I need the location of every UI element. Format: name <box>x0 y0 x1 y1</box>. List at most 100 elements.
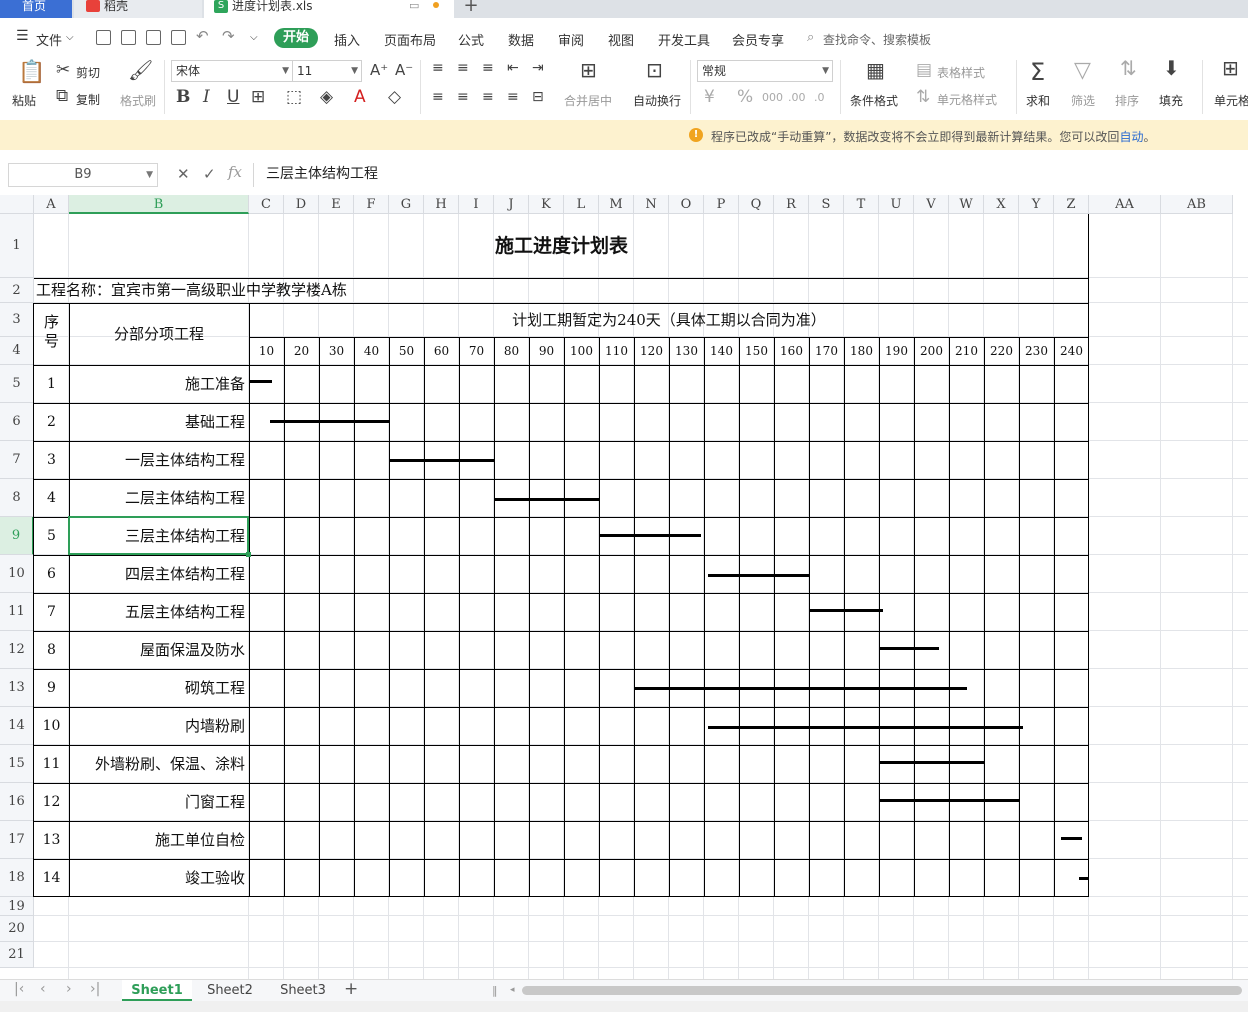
merge-center-button[interactable]: 合并居中 <box>564 92 612 109</box>
sum-button[interactable]: 求和 <box>1026 92 1050 109</box>
menu-data[interactable]: 数据 <box>508 30 534 49</box>
row-header-7[interactable]: 7 <box>0 441 34 479</box>
column-header-c[interactable]: C <box>249 195 284 214</box>
align-top-icon[interactable]: ≡ <box>432 60 444 77</box>
sort-icon[interactable]: ⇅ <box>1120 58 1137 78</box>
print-preview-icon[interactable] <box>171 30 186 45</box>
row-header-2[interactable]: 2 <box>0 278 34 303</box>
column-header-w[interactable]: W <box>949 195 984 214</box>
row-header-13[interactable]: 13 <box>0 669 34 707</box>
scroll-left-icon[interactable]: ◂ <box>510 985 515 995</box>
copy-icon[interactable]: ⧉ <box>56 88 68 105</box>
distributed-icon[interactable]: ⊟ <box>532 89 544 106</box>
align-left-icon[interactable]: ≡ <box>432 89 444 106</box>
conditional-format-icon[interactable]: ▦ <box>866 60 885 80</box>
format-painter-button[interactable]: 格式刷 <box>120 92 156 109</box>
paste-button[interactable]: 粘贴 <box>12 92 36 109</box>
scissors-icon[interactable]: ✂ <box>56 62 70 79</box>
row-header-21[interactable]: 21 <box>0 942 34 968</box>
undo-icon[interactable]: ↶ <box>196 27 209 45</box>
search-icon[interactable]: ⌕ <box>807 30 814 45</box>
command-search[interactable]: 查找命令、搜索模板 <box>823 31 931 48</box>
row-header-19[interactable]: 19 <box>0 897 34 916</box>
select-all-corner[interactable] <box>0 195 34 214</box>
increase-decimal-icon[interactable]: .00 <box>788 89 806 106</box>
row-header-1[interactable]: 1 <box>0 214 34 278</box>
cut-button[interactable]: 剪切 <box>76 64 100 81</box>
row-header-9[interactable]: 9 <box>0 517 34 555</box>
column-header-o[interactable]: O <box>669 195 704 214</box>
first-sheet-icon[interactable]: |‹ <box>14 981 24 997</box>
row-header-14[interactable]: 14 <box>0 707 34 745</box>
row-header-6[interactable]: 6 <box>0 403 34 441</box>
add-sheet-icon[interactable]: + <box>344 979 358 999</box>
align-right-icon[interactable]: ≡ <box>482 89 494 106</box>
prev-sheet-icon[interactable]: ‹ <box>40 981 46 997</box>
sheet-tab-1[interactable]: Sheet1 <box>122 980 192 1001</box>
filter-icon[interactable]: ▽ <box>1074 60 1091 82</box>
decrease-decimal-icon[interactable]: .0 <box>814 89 825 106</box>
menu-member[interactable]: 会员专享 <box>732 30 784 49</box>
spreadsheet-grid[interactable]: A B C D E F G H I J K L M N O P Q R S T U V W X Y Z AA AB 123456789… <box>0 195 1248 979</box>
cancel-icon[interactable]: ✕ <box>177 165 190 183</box>
column-header-e[interactable]: E <box>319 195 354 214</box>
row-header-15[interactable]: 15 <box>0 745 34 783</box>
horizontal-scrollbar[interactable] <box>522 986 1242 995</box>
underline-button[interactable]: U <box>227 89 239 106</box>
cell-style-button[interactable]: 单元格样式 <box>937 91 997 108</box>
column-header-v[interactable]: V <box>914 195 949 214</box>
column-header-x[interactable]: X <box>984 195 1019 214</box>
cell-icon[interactable]: ⊞ <box>1222 58 1239 78</box>
font-color-icon[interactable]: A <box>354 89 366 106</box>
column-header-y[interactable]: Y <box>1019 195 1054 214</box>
row-header-4[interactable]: 4 <box>0 337 34 365</box>
menu-page-layout[interactable]: 页面布局 <box>384 30 436 49</box>
conditional-format-button[interactable]: 条件格式 <box>850 92 898 109</box>
copy-button[interactable]: 复制 <box>76 91 100 108</box>
confirm-icon[interactable]: ✓ <box>203 165 216 183</box>
cell-style-icon[interactable]: ⇅ <box>916 89 930 106</box>
column-header-r[interactable]: R <box>774 195 809 214</box>
filter-button[interactable]: 筛选 <box>1071 92 1095 109</box>
column-header-q[interactable]: Q <box>739 195 774 214</box>
menu-view[interactable]: 视图 <box>608 30 634 49</box>
wrap-text-icon[interactable]: ⊡ <box>646 60 663 80</box>
column-header-aa[interactable]: AA <box>1089 195 1161 214</box>
align-middle-icon[interactable]: ≡ <box>457 60 469 77</box>
redo-icon[interactable]: ↷ <box>222 27 235 45</box>
bold-button[interactable]: B <box>176 89 190 106</box>
tab-docer[interactable]: 稻壳 <box>74 0 202 18</box>
indent-decrease-icon[interactable]: ⇤ <box>507 60 519 77</box>
italic-button[interactable]: I <box>203 89 210 106</box>
table-style-button[interactable]: 表格样式 <box>937 64 985 81</box>
column-header-d[interactable]: D <box>284 195 319 214</box>
format-painter-icon[interactable]: 🖌 <box>128 60 153 80</box>
fill-handle[interactable] <box>246 552 251 557</box>
column-header-p[interactable]: P <box>704 195 739 214</box>
menu-formula[interactable]: 公式 <box>458 30 484 49</box>
cell-button[interactable]: 单元格 <box>1214 92 1248 109</box>
row-header-16[interactable]: 16 <box>0 783 34 821</box>
column-header-b[interactable]: B <box>69 195 249 214</box>
row-header-8[interactable]: 8 <box>0 479 34 517</box>
tab-home[interactable]: 首页 <box>0 0 72 18</box>
column-header-k[interactable]: K <box>529 195 564 214</box>
row-header-12[interactable]: 12 <box>0 631 34 669</box>
next-sheet-icon[interactable]: › <box>66 981 72 997</box>
last-sheet-icon[interactable]: ›| <box>90 981 100 997</box>
column-header-f[interactable]: F <box>354 195 389 214</box>
wrap-text-button[interactable]: 自动换行 <box>633 92 681 109</box>
fill-icon[interactable]: ⬇ <box>1163 58 1180 78</box>
column-header-a[interactable]: A <box>34 195 69 214</box>
column-header-n[interactable]: N <box>634 195 669 214</box>
column-header-g[interactable]: G <box>389 195 424 214</box>
fx-icon[interactable]: fx <box>228 163 242 181</box>
sort-button[interactable]: 排序 <box>1115 92 1139 109</box>
column-header-ab[interactable]: AB <box>1161 195 1233 214</box>
name-box[interactable]: B9 ▼ <box>8 163 158 187</box>
font-name-select[interactable]: 宋体 ▼ <box>171 60 293 82</box>
clear-format-icon[interactable]: ◇ <box>388 89 401 106</box>
monitor-icon[interactable]: ▭ <box>409 0 419 12</box>
border-icon[interactable]: ⊞ <box>251 89 265 106</box>
column-header-s[interactable]: S <box>809 195 844 214</box>
